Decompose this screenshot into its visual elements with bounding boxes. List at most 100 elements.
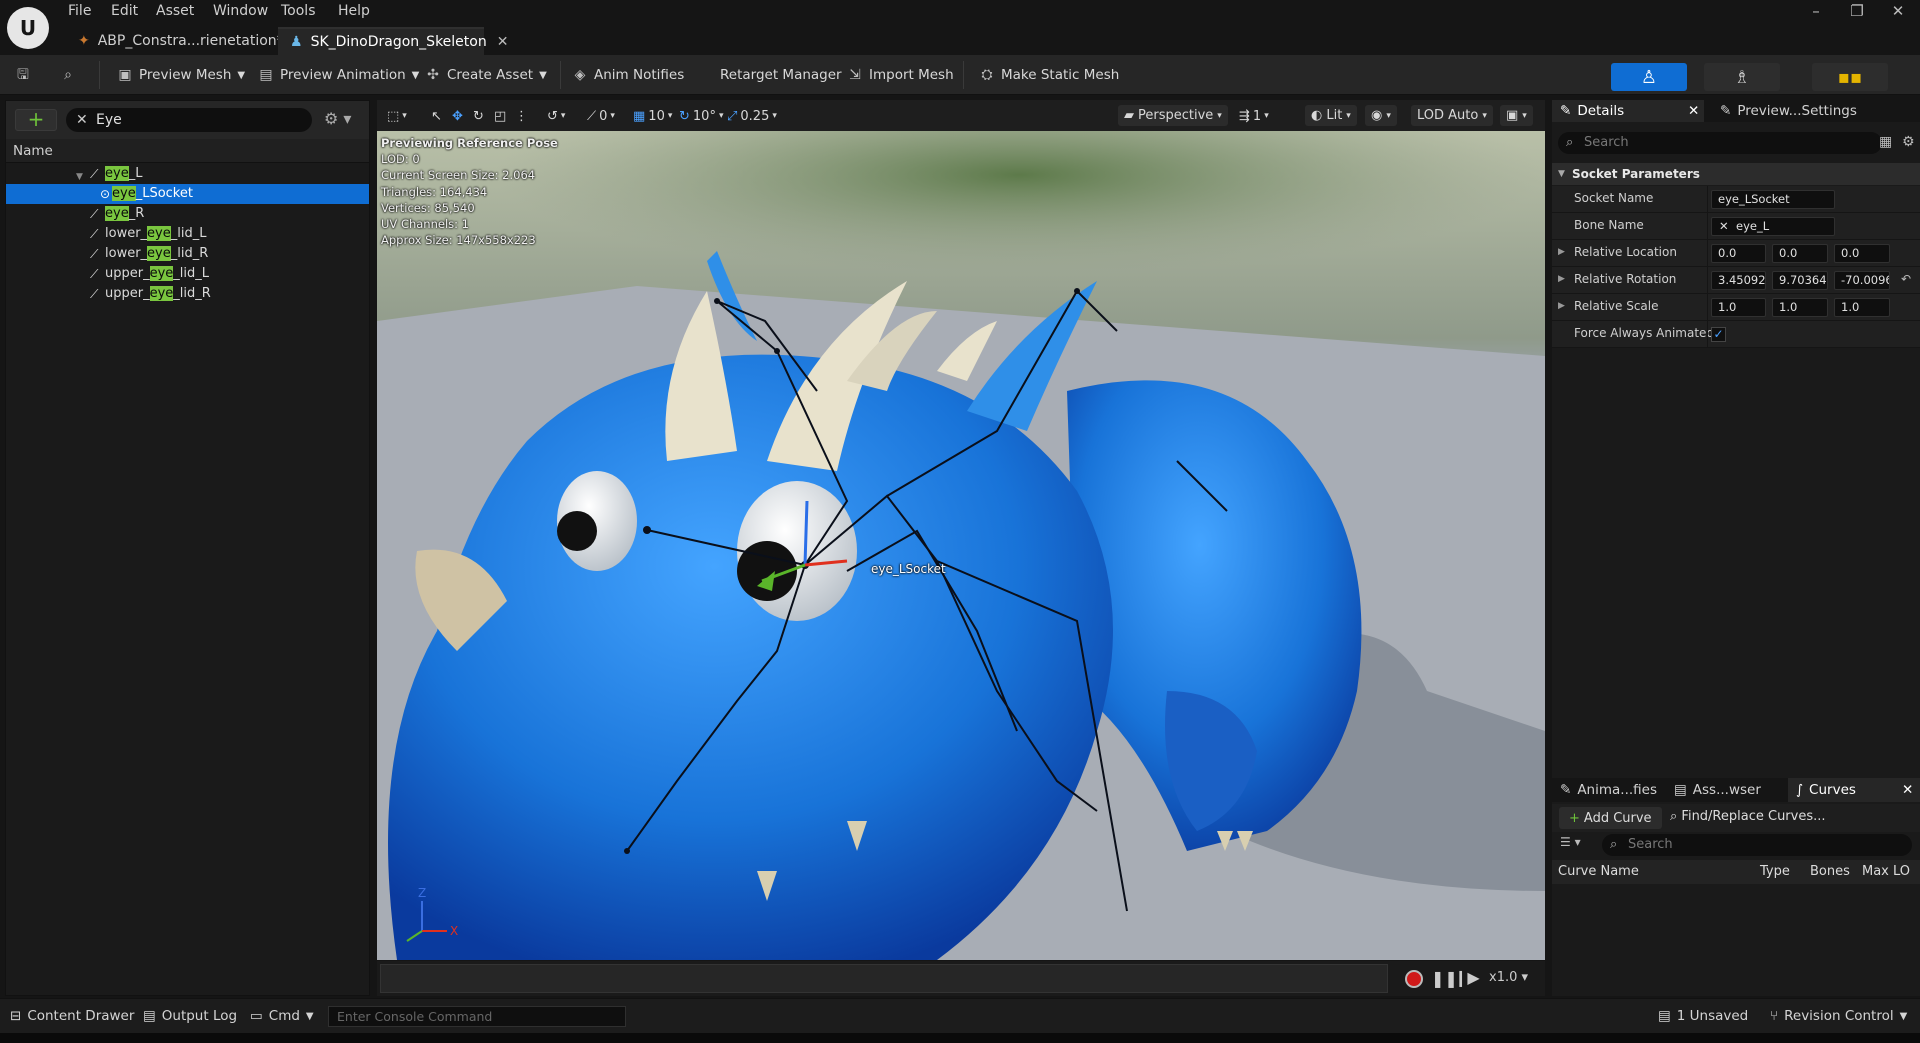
menu-asset[interactable]: Asset [156,3,194,21]
unsaved-button[interactable]: ▤ 1 Unsaved [1658,1008,1748,1024]
socket-name-field[interactable]: eye_LSocket [1711,190,1835,209]
expand-arrow-icon[interactable]: ▶ [1558,274,1565,284]
tab-details[interactable]: ✎ Details ✕ [1552,100,1704,122]
column-type[interactable]: Type [1760,864,1790,879]
location-z-field[interactable]: 0.0 [1834,244,1890,263]
add-bone-button[interactable]: + [15,109,57,131]
curves-search-input[interactable]: ⌕ Search [1602,834,1912,856]
create-asset-button[interactable]: ✣ Create Asset ▼ [425,63,547,87]
tab-curves[interactable]: ∫ Curves ✕ [1788,778,1920,802]
preview-animation-button[interactable]: ▤ Preview Animation ▼ [258,63,419,87]
coordinate-space-button[interactable]: ↺ ▾ [547,106,565,126]
menu-edit[interactable]: Edit [111,3,138,21]
step-forward-icon[interactable]: ❙▶ [1454,968,1480,987]
select-mode-button[interactable]: ⬚ ▾ [387,106,407,126]
unreal-logo-icon[interactable]: U [7,7,49,49]
skeleton-search-input[interactable]: ✕ Eye [66,108,312,132]
filter-icon[interactable]: ☰ ▾ [1560,835,1581,849]
more-tools-icon[interactable]: ⋮ [515,106,528,126]
collapse-arrow-icon[interactable]: ▼ [76,167,88,182]
tab-asset-browser[interactable]: ▤ Ass...wser [1666,778,1769,802]
close-tab-icon[interactable]: ✕ [1902,782,1913,798]
clear-search-icon[interactable]: ✕ [76,108,88,132]
camera-speed-button[interactable]: ⇶ 1 ▾ [1239,106,1269,126]
restore-icon[interactable]: ❐ [1845,2,1869,20]
details-search-input[interactable]: ⌕ Search [1558,132,1882,154]
import-mesh-button[interactable]: ⇲ Import Mesh [847,63,954,87]
tab-sk-dinodragon-skeleton[interactable]: ♟ SK_DinoDragon_Skeleton ✕ [278,27,508,55]
tree-row[interactable]: ⟋ lower_eye_lid_R [6,244,369,264]
socket-parameters-header[interactable]: ▼ Socket Parameters [1552,163,1920,185]
tab-anim-notifies[interactable]: ✎ Anima...fies [1552,778,1665,802]
cmd-dropdown[interactable]: ▭ Cmd ▼ [250,1008,314,1024]
tree-row-selected[interactable]: ⊙ eye_LSocket [6,184,369,204]
timeline-scrubber[interactable] [380,964,1388,993]
close-window-icon[interactable]: ✕ [1886,2,1910,20]
save-icon[interactable]: 🖫 [15,63,31,87]
anim-notifies-button[interactable]: ◈ Anim Notifies [572,63,685,87]
scale-tool-icon[interactable]: ◰ [494,106,506,126]
perspective-dropdown[interactable]: ▰ Perspective ▾ [1118,105,1228,126]
make-static-mesh-button[interactable]: ⛭ Make Static Mesh [979,63,1119,87]
content-drawer-button[interactable]: ⊟ Content Drawer [10,1008,134,1024]
column-max-lod[interactable]: Max LO [1862,864,1910,879]
column-bones[interactable]: Bones [1810,864,1850,879]
force-always-animated-checkbox[interactable]: ✓ [1711,327,1726,342]
record-button[interactable] [1405,970,1423,988]
console-command-input[interactable]: Enter Console Command [328,1006,626,1027]
retarget-manager-button[interactable]: Retarget Manager [720,63,842,87]
clear-icon[interactable]: ✕ [1719,218,1729,235]
scale-z-field[interactable]: 1.0 [1834,298,1890,317]
table-view-icon[interactable]: ▦ [1879,134,1892,150]
tree-row[interactable]: ▼ ⟋ eye_L [6,164,369,184]
lod-dropdown[interactable]: LOD Auto ▾ [1411,105,1493,126]
gear-icon[interactable]: ⚙ [1902,134,1915,150]
viewport-scene[interactable]: Z X [377,131,1545,960]
view-mode-dropdown[interactable]: ◐ Lit ▾ [1305,105,1357,126]
scale-x-field[interactable]: 1.0 [1711,298,1766,317]
tree-row[interactable]: ⟋ upper_eye_lid_L [6,264,369,284]
show-flags-dropdown[interactable]: ◉ ▾ [1365,105,1397,126]
tree-row[interactable]: ⟋ lower_eye_lid_L [6,224,369,244]
location-x-field[interactable]: 0.0 [1711,244,1766,263]
close-tab-icon[interactable]: ✕ [497,34,509,50]
rotation-snap-button[interactable]: ↻ 10° ▾ [679,106,723,126]
bone-name-field[interactable]: ✕ eye_L [1711,217,1835,236]
rotation-y-field[interactable]: 9.70364 [1772,271,1828,290]
gear-icon[interactable]: ⚙ ▾ [324,109,351,128]
viewport[interactable]: Z X ⬚ ▾ ↖ ✥ ↻ ◰ ⋮ ↺ ▾ ⟋ 0 ▾ ▦ 10 ▾ ↻ 10° ▾ ⤢ … [377,100,1545,960]
tab-abp-constraint[interactable]: ✦ ABP_Constra...rienetation* [66,27,284,55]
find-replace-curves-button[interactable]: ⌕ Find/Replace Curves... [1670,809,1826,824]
rotation-z-field[interactable]: -70.0096 [1834,271,1890,290]
play-rate-dropdown[interactable]: x1.0 ▾ [1489,970,1528,985]
viewport-layout-dropdown[interactable]: ▣ ▾ [1500,105,1533,126]
pointer-tool-icon[interactable]: ↖ [431,106,442,126]
menu-help[interactable]: Help [338,3,370,21]
preview-mesh-button[interactable]: ▣ Preview Mesh ▼ [117,63,245,87]
menu-window[interactable]: Window [213,3,268,21]
minimize-icon[interactable]: – [1804,2,1828,20]
tab-preview-settings[interactable]: ✎ Preview...Settings [1712,100,1865,122]
rotation-x-field[interactable]: 3.450924 [1711,271,1766,290]
add-curve-button[interactable]: + Add Curve [1559,807,1662,829]
mesh-mode-button[interactable]: ♗ [1704,63,1780,91]
browse-icon[interactable]: ⌕ [60,63,76,87]
tree-row[interactable]: ⟋ upper_eye_lid_R [6,284,369,304]
location-y-field[interactable]: 0.0 [1772,244,1828,263]
menu-file[interactable]: File [68,3,91,21]
blueprint-mode-button[interactable]: ▪▪ [1812,63,1888,91]
menu-tools[interactable]: Tools [281,3,316,21]
skeleton-mode-button[interactable]: ♙ [1611,63,1687,91]
surface-snap-button[interactable]: ⟋ 0 ▾ [587,106,615,126]
reset-icon[interactable]: ↶ [1901,272,1911,286]
grid-snap-button[interactable]: ▦ 10 ▾ [633,106,672,126]
scale-y-field[interactable]: 1.0 [1772,298,1828,317]
expand-arrow-icon[interactable]: ▶ [1558,301,1565,311]
output-log-button[interactable]: ▤ Output Log [143,1008,237,1024]
close-tab-icon[interactable]: ✕ [1688,103,1699,119]
column-curve-name[interactable]: Curve Name [1558,864,1639,879]
move-tool-icon[interactable]: ✥ [452,106,463,126]
column-header-name[interactable]: Name [6,139,369,163]
tree-row[interactable]: ⟋ eye_R [6,204,369,224]
scale-snap-button[interactable]: ⤢ 0.25 ▾ [727,106,777,126]
